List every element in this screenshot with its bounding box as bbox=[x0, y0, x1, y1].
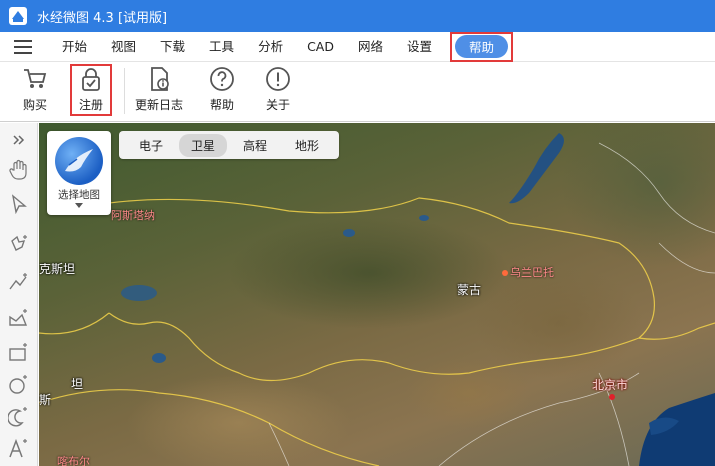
window-title: 水经微图 4.3 [试用版] bbox=[37, 10, 168, 26]
document-info-icon bbox=[151, 67, 169, 91]
tab-electronic[interactable]: 电子 bbox=[127, 134, 175, 157]
draw-rectangle-icon[interactable] bbox=[6, 339, 32, 365]
exclamation-circle-icon bbox=[266, 67, 290, 91]
help-button[interactable]: 帮助 bbox=[196, 66, 248, 113]
menu-help-highlight: 帮助 bbox=[450, 31, 514, 62]
menu-start[interactable]: 开始 bbox=[50, 32, 99, 62]
place-label: 克斯坦 bbox=[39, 262, 76, 276]
left-tool-sidebar bbox=[0, 123, 38, 466]
menu-view[interactable]: 视图 bbox=[99, 32, 148, 62]
ribbon-toolbar: 购买 注册 更新日志 帮助 关于 bbox=[0, 62, 715, 122]
changelog-label: 更新日志 bbox=[134, 98, 183, 112]
tab-terrain[interactable]: 地形 bbox=[283, 134, 331, 157]
expand-sidebar-icon[interactable] bbox=[6, 127, 32, 153]
place-label: 喀布尔 bbox=[57, 455, 90, 466]
buy-label: 购买 bbox=[22, 98, 47, 112]
toolbar-divider bbox=[124, 68, 125, 114]
help-label: 帮助 bbox=[209, 98, 234, 112]
title-bar: 水经微图 4.3 [试用版] bbox=[0, 0, 715, 32]
draw-circle-icon[interactable] bbox=[6, 371, 32, 397]
tab-satellite[interactable]: 卫星 bbox=[179, 133, 228, 157]
place-label: 阿斯塔纳 bbox=[111, 209, 155, 222]
map-globe-icon bbox=[55, 137, 103, 185]
menu-settings[interactable]: 设置 bbox=[395, 32, 444, 62]
hamburger-menu-icon[interactable] bbox=[14, 39, 32, 54]
city-dot-icon bbox=[502, 270, 508, 276]
about-button[interactable]: 关于 bbox=[252, 66, 304, 113]
cart-icon bbox=[24, 69, 47, 88]
map-layer-tabs: 电子 卫星 高程 地形 bbox=[119, 131, 340, 159]
place-label: 蒙古 bbox=[457, 283, 482, 297]
map-picker[interactable]: 选择地图 bbox=[47, 131, 111, 215]
place-label: 乌兰巴托 bbox=[502, 264, 554, 280]
changelog-button[interactable]: 更新日志 bbox=[134, 66, 186, 113]
place-label: 坦 bbox=[71, 377, 84, 391]
menu-help[interactable]: 帮助 bbox=[455, 35, 509, 58]
draw-point-icon[interactable] bbox=[6, 231, 32, 257]
menu-download[interactable]: 下载 bbox=[148, 32, 197, 62]
map-overlay bbox=[39, 133, 715, 466]
app-logo-icon bbox=[9, 7, 27, 25]
menu-network[interactable]: 网络 bbox=[346, 32, 395, 62]
menu-bar: 开始 视图 下载 工具 分析 CAD 网络 设置 帮助 bbox=[0, 31, 715, 62]
menu-tools[interactable]: 工具 bbox=[197, 32, 246, 62]
draw-sector-icon[interactable] bbox=[6, 403, 32, 429]
menu-cad[interactable]: CAD bbox=[295, 32, 346, 62]
map-picker-label: 选择地图 bbox=[58, 189, 100, 201]
register-highlight bbox=[70, 64, 112, 116]
add-text-icon[interactable] bbox=[6, 435, 32, 461]
draw-polygon-icon[interactable] bbox=[6, 305, 32, 331]
tab-elevation[interactable]: 高程 bbox=[231, 134, 279, 157]
draw-line-icon[interactable] bbox=[6, 269, 32, 295]
select-pointer-icon[interactable] bbox=[6, 191, 32, 217]
place-name: 北京市 bbox=[592, 378, 629, 392]
place-label: 斯 bbox=[39, 393, 52, 407]
question-circle-icon bbox=[210, 67, 234, 91]
place-name: 乌兰巴托 bbox=[510, 266, 554, 279]
buy-button[interactable]: 购买 bbox=[9, 66, 61, 113]
about-label: 关于 bbox=[265, 98, 290, 112]
menu-analysis[interactable]: 分析 bbox=[246, 32, 295, 62]
capital-label: 北京市 bbox=[592, 376, 628, 393]
capital-dot-icon bbox=[609, 394, 615, 400]
pan-hand-icon[interactable] bbox=[6, 157, 32, 183]
chevron-down-icon[interactable] bbox=[75, 203, 83, 208]
map-canvas[interactable]: 选择地图 电子 卫星 高程 地形 阿斯塔纳 克斯坦 坦 斯 蒙古 乌兰巴托 北京… bbox=[39, 123, 715, 466]
